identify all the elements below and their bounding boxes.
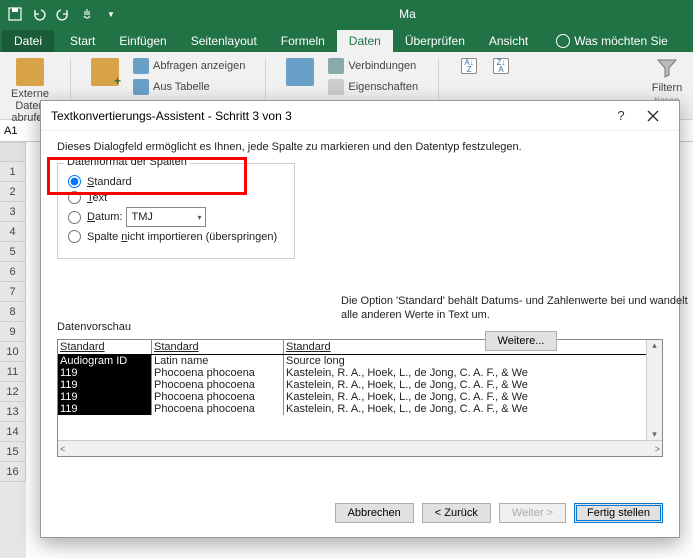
radio-text[interactable]: Text [68,191,284,204]
close-button[interactable] [637,101,669,131]
next-button: Weiter > [499,503,566,523]
dialog-button-row: Abbrechen < Zurück Weiter > Fertig stell… [41,493,679,537]
preview-vscrollbar[interactable]: ▴▾ [646,340,662,440]
col-header[interactable]: Standard [152,340,284,354]
close-icon [647,110,659,122]
dialog-title: Textkonvertierungs-Assistent - Schritt 3… [51,109,292,123]
preview-cell[interactable]: 119 [58,379,152,391]
back-button[interactable]: < Zurück [422,503,491,523]
preview-row: 119Phocoena phocoenaKastelein, R. A., Ho… [58,367,662,379]
preview-cell[interactable]: Source long [284,355,662,367]
preview-row: 119Phocoena phocoenaKastelein, R. A., Ho… [58,379,662,391]
dialog-description: Dieses Dialogfeld ermöglicht es Ihnen, j… [57,141,663,153]
radio-skip[interactable]: Spalte nicht importieren (überspringen) [68,230,284,243]
preview-cell[interactable]: 119 [58,367,152,379]
advanced-button[interactable]: Weitere... [485,331,558,351]
finish-button[interactable]: Fertig stellen [574,503,663,523]
preview-cell[interactable]: 119 [58,391,152,403]
help-button[interactable]: ? [605,101,637,131]
preview-cell[interactable]: Audiogram ID [58,355,152,367]
text-import-wizard-dialog: Textkonvertierungs-Assistent - Schritt 3… [40,100,680,538]
chevron-down-icon: ▾ [197,213,201,222]
dialog-titlebar: Textkonvertierungs-Assistent - Schritt 3… [41,101,679,131]
data-preview: Standard Standard Standard Audiogram IDL… [57,339,663,457]
date-format-combo[interactable]: TMJ ▾ [126,207,206,227]
radio-standard[interactable]: Standard [68,175,284,188]
preview-cell[interactable]: Kastelein, R. A., Hoek, L., de Jong, C. … [284,403,662,415]
preview-cell[interactable]: Phocoena phocoena [152,391,284,403]
column-data-format-group: Datenformat der Spalten Standard Text Da… [57,163,295,259]
preview-row: 119Phocoena phocoenaKastelein, R. A., Ho… [58,403,662,415]
preview-cell[interactable]: Kastelein, R. A., Hoek, L., de Jong, C. … [284,379,662,391]
preview-hscrollbar[interactable]: <> [58,440,662,456]
radio-skip-input[interactable] [68,230,81,243]
modal-overlay: Textkonvertierungs-Assistent - Schritt 3… [0,0,693,558]
radio-text-input[interactable] [68,191,81,204]
radio-standard-input[interactable] [68,175,81,188]
preview-cell[interactable]: Phocoena phocoena [152,367,284,379]
preview-cell[interactable]: 119 [58,403,152,415]
cancel-button[interactable]: Abbrechen [335,503,414,523]
group-legend: Datenformat der Spalten [64,156,190,168]
preview-cell[interactable]: Latin name [152,355,284,367]
info-text: Die Option 'Standard' behält Datums- und… [341,294,693,323]
preview-cell[interactable]: Phocoena phocoena [152,379,284,391]
col-header[interactable]: Standard [58,340,152,354]
radio-date[interactable]: Datum: TMJ ▾ [68,207,284,227]
format-info-pane: Die Option 'Standard' behält Datums- und… [341,294,693,351]
preview-row: 119Phocoena phocoenaKastelein, R. A., Ho… [58,391,662,403]
radio-date-input[interactable] [68,211,81,224]
preview-cell[interactable]: Kastelein, R. A., Hoek, L., de Jong, C. … [284,391,662,403]
preview-row: Audiogram IDLatin nameSource long [58,355,662,367]
preview-cell[interactable]: Phocoena phocoena [152,403,284,415]
preview-cell[interactable]: Kastelein, R. A., Hoek, L., de Jong, C. … [284,367,662,379]
